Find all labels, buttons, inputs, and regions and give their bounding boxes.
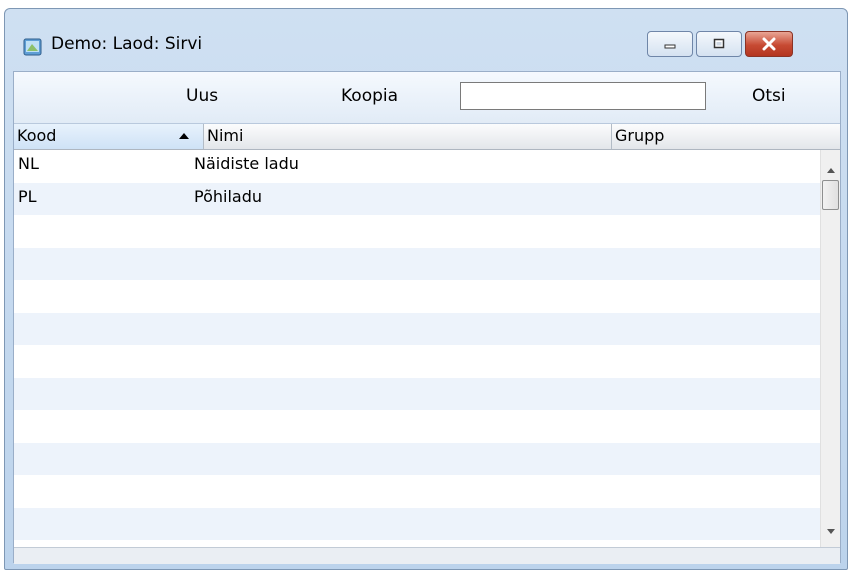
column-header-grupp[interactable]: Grupp	[612, 124, 820, 149]
column-header-label: Kood	[17, 126, 57, 145]
empty-row	[14, 345, 820, 378]
table-body: NL Näidiste ladu PL Põhiladu	[14, 150, 820, 547]
empty-row	[14, 247, 820, 280]
scroll-up-icon[interactable]	[825, 166, 837, 174]
empty-row	[14, 215, 820, 248]
search-button[interactable]: Otsi	[752, 86, 786, 106]
table-header: Kood Nimi Grupp	[14, 124, 840, 150]
close-icon	[762, 37, 776, 51]
toolbar: Uus Koopia Otsi	[14, 72, 840, 124]
maximize-icon	[713, 38, 725, 49]
empty-row	[14, 442, 820, 475]
app-icon	[23, 38, 42, 56]
browse-content: Uus Koopia Otsi Kood Nimi Grupp NL Näidi…	[13, 71, 841, 564]
empty-row	[14, 312, 820, 345]
minimize-button[interactable]	[647, 31, 693, 57]
sort-ascending-icon	[179, 133, 189, 139]
cell-nimi: Näidiste ladu	[194, 154, 299, 173]
column-header-kood[interactable]: Kood	[14, 124, 204, 149]
copy-button[interactable]: Koopia	[341, 86, 398, 106]
window-title: Demo: Laod: Sirvi	[51, 34, 203, 54]
vertical-scrollbar[interactable]	[820, 150, 840, 547]
table-row[interactable]: PL Põhiladu	[14, 182, 820, 215]
column-header-label: Nimi	[207, 126, 244, 145]
browse-window: Demo: Laod: Sirvi Uus Koopia Otsi Kood N…	[4, 8, 848, 570]
column-header-label: Grupp	[615, 126, 665, 145]
cell-nimi: Põhiladu	[194, 186, 262, 206]
cell-kood: NL	[18, 154, 39, 173]
scroll-down-icon[interactable]	[825, 528, 837, 536]
column-header-nimi[interactable]: Nimi	[204, 124, 612, 149]
new-button[interactable]: Uus	[186, 86, 218, 106]
search-input[interactable]	[460, 82, 706, 110]
title-bar[interactable]: Demo: Laod: Sirvi	[5, 9, 847, 69]
empty-row	[14, 280, 820, 313]
scrollbar-thumb[interactable]	[822, 180, 839, 210]
empty-row	[14, 507, 820, 540]
close-button[interactable]	[745, 31, 793, 57]
empty-row	[14, 475, 820, 508]
table-row[interactable]: NL Näidiste ladu	[14, 150, 820, 183]
cell-kood: PL	[18, 186, 37, 206]
minimize-icon	[664, 44, 676, 49]
maximize-button[interactable]	[696, 31, 742, 57]
empty-row	[14, 377, 820, 410]
status-bar	[14, 547, 840, 564]
empty-row	[14, 410, 820, 443]
empty-row	[14, 540, 820, 547]
